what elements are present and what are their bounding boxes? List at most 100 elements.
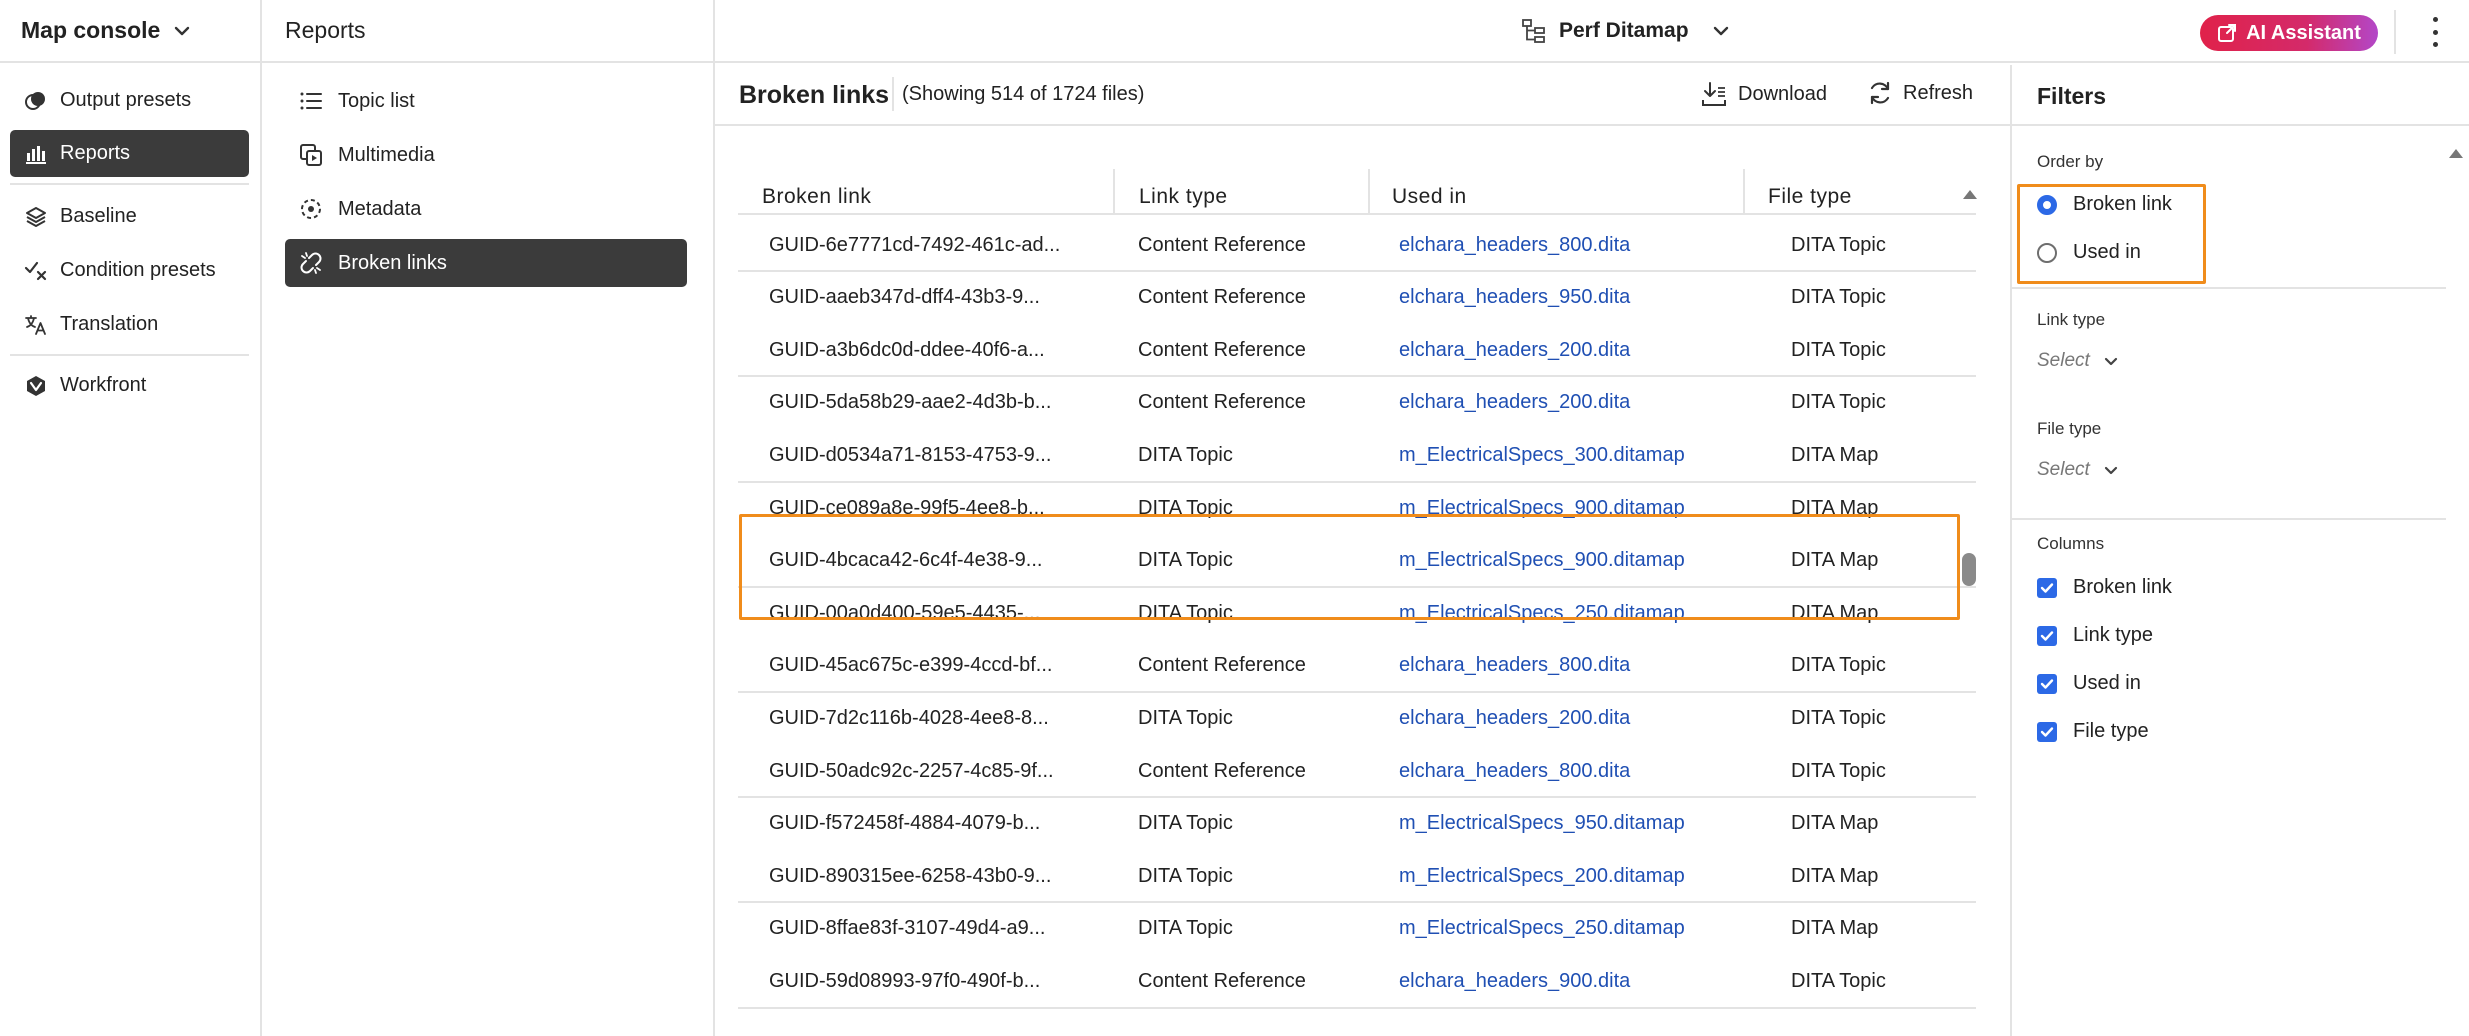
- used-in-link[interactable]: elchara_headers_200.dita: [1399, 324, 1739, 377]
- sidebar-item-label: Baseline: [60, 205, 137, 227]
- report-item-label: Multimedia: [338, 143, 435, 166]
- map-selector[interactable]: Perf Ditamap: [1521, 18, 1729, 44]
- used-in-link[interactable]: elchara_headers_900.dita: [1399, 955, 1739, 1008]
- table-row[interactable]: GUID-50adc92c-2257-4c85-9f... Content Ref…: [738, 745, 1976, 798]
- filters-header: Filters: [2012, 65, 2469, 126]
- link-type-label: Link type: [2037, 310, 2106, 329]
- report-item-multimedia[interactable]: Multimedia: [285, 131, 687, 179]
- checkbox-label: File type: [2073, 720, 2149, 742]
- download-button[interactable]: Download: [1700, 80, 1827, 108]
- file-type-cell: DITA Topic: [1791, 233, 1886, 256]
- column-toggle-used-in[interactable]: Used in: [2037, 672, 2141, 695]
- order-by-label: Order by: [2037, 152, 2104, 171]
- report-item-label: Topic list: [338, 89, 415, 112]
- report-item-broken-links[interactable]: Broken links: [285, 239, 687, 287]
- checkbox-label: Used in: [2073, 672, 2141, 694]
- table-row[interactable]: GUID-5da58b29-aae2-4d3b-b... Content Refe…: [738, 376, 1976, 429]
- table-row[interactable]: GUID-59d08993-97f0-490f-b... Content Refe…: [738, 955, 1976, 1008]
- used-in-link[interactable]: m_ElectricalSpecs_300.ditamap: [1399, 429, 1739, 482]
- column-toggle-file-type[interactable]: File type: [2037, 720, 2149, 743]
- broken-link-cell: GUID-a3b6dc0d-ddee-40f6-a...: [769, 338, 1045, 361]
- sidebar-item-workfront[interactable]: Workfront: [10, 362, 249, 409]
- checkbox-checked-icon: [2037, 625, 2057, 646]
- file-type-cell: DITA Topic: [1791, 970, 1886, 992]
- sidebar-item-label: Translation: [60, 313, 159, 335]
- top-bar: Perf Ditamap AI Assistant: [715, 0, 2469, 63]
- divider: [2012, 287, 2446, 289]
- file-type-select[interactable]: Select: [2037, 459, 2118, 481]
- scroll-up-arrow-icon[interactable]: [2448, 142, 2464, 165]
- refresh-button[interactable]: Refresh: [1867, 80, 1973, 106]
- sidebar-item-baseline[interactable]: Baseline: [10, 193, 249, 240]
- file-type-cell: DITA Topic: [1791, 286, 1886, 309]
- more-options-icon[interactable]: [2425, 17, 2445, 47]
- sidebar-item-output-presets[interactable]: Output presets: [10, 77, 249, 124]
- condition-presets-icon: [23, 258, 49, 284]
- map-console-header[interactable]: Map console: [0, 0, 260, 63]
- list-icon: [298, 88, 324, 114]
- used-in-link[interactable]: elchara_headers_800.dita: [1399, 745, 1739, 798]
- column-header-link-type[interactable]: Link type: [1139, 165, 1228, 215]
- table-row[interactable]: GUID-a3b6dc0d-ddee-40f6-a... Content Refe…: [738, 324, 1976, 377]
- used-in-link[interactable]: m_ElectricalSpecs_250.ditamap: [1399, 902, 1739, 955]
- file-type-value: Select: [2037, 459, 2090, 480]
- chevron-down-icon[interactable]: [1713, 26, 1729, 36]
- map-console-sidebar: Map console Output presets Reports Basel…: [0, 0, 262, 1036]
- chevron-down-icon[interactable]: [174, 19, 190, 42]
- table-row[interactable]: GUID-aaeb347d-dff4-43b3-9... Content Refe…: [738, 271, 1976, 324]
- column-toggle-broken-link[interactable]: Broken link: [2037, 576, 2172, 599]
- column-header-file-type[interactable]: File type: [1768, 165, 1852, 215]
- divider: [892, 77, 894, 111]
- column-toggle-link-type[interactable]: Link type: [2037, 624, 2153, 647]
- ai-assistant-button[interactable]: AI Assistant: [2200, 15, 2378, 51]
- reports-panel: Reports Topic list Multimedia Metadata B…: [262, 0, 715, 1036]
- used-in-link[interactable]: elchara_headers_200.dita: [1399, 376, 1739, 429]
- table-row[interactable]: GUID-45ac675c-e399-4ccd-bf... Content Ref…: [738, 639, 1976, 692]
- checkbox-checked-icon: [2037, 673, 2057, 694]
- column-header-broken-link[interactable]: Broken link: [762, 165, 871, 215]
- reports-icon: [23, 141, 49, 167]
- used-in-link[interactable]: elchara_headers_800.dita: [1399, 219, 1739, 272]
- broken-link-cell: GUID-890315ee-6258-43b0-9...: [769, 864, 1052, 887]
- column-header-used-in[interactable]: Used in: [1392, 165, 1467, 215]
- broken-link-cell: GUID-7d2c116b-4028-4ee8-8...: [769, 707, 1049, 729]
- link-type-cell: DITA Topic: [1138, 864, 1233, 887]
- used-in-link[interactable]: elchara_headers_950.dita: [1399, 271, 1739, 324]
- used-in-link[interactable]: m_ElectricalSpecs_200.ditamap: [1399, 850, 1739, 903]
- table-row[interactable]: GUID-7d2c116b-4028-4ee8-8... DITA Topic el…: [738, 692, 1976, 745]
- report-item-topic-list[interactable]: Topic list: [285, 77, 687, 125]
- used-in-link[interactable]: elchara_headers_800.dita: [1399, 639, 1739, 692]
- used-in-link[interactable]: m_ElectricalSpecs_950.ditamap: [1399, 797, 1739, 850]
- link-type-cell: DITA Topic: [1138, 812, 1233, 835]
- table-row[interactable]: GUID-8ffae83f-3107-49d4-a9... DITA Topic m…: [738, 902, 1976, 955]
- table-row[interactable]: GUID-6e7771cd-7492-461c-ad... Content Ref…: [738, 219, 1976, 272]
- column-divider[interactable]: [1113, 169, 1115, 215]
- file-type-cell: DITA Map: [1791, 444, 1879, 466]
- divider: [2012, 518, 2446, 520]
- result-count: (Showing 514 of 1724 files): [902, 83, 1145, 105]
- checkbox-label: Link type: [2073, 624, 2154, 646]
- sidebar-item-condition-presets[interactable]: Condition presets: [10, 247, 249, 294]
- link-type-cell: Content Reference: [1138, 759, 1306, 782]
- column-divider[interactable]: [1743, 169, 1745, 215]
- table-scrollbar-thumb[interactable]: [1962, 553, 1976, 586]
- link-type-select[interactable]: Select: [2037, 350, 2118, 372]
- file-type-cell: DITA Topic: [1791, 759, 1886, 782]
- scroll-up-arrow-icon[interactable]: [1962, 183, 1978, 206]
- link-type-cell: Content Reference: [1138, 338, 1306, 361]
- chevron-down-icon: [2104, 466, 2118, 475]
- column-divider[interactable]: [1368, 169, 1370, 215]
- workfront-icon: [23, 373, 49, 399]
- link-type-cell: Content Reference: [1138, 233, 1306, 256]
- table-row[interactable]: GUID-f572458f-4884-4079-b... DITA Topic m_…: [738, 797, 1976, 850]
- table-header: Broken link Link type Used in File type: [738, 165, 1976, 215]
- table-row[interactable]: GUID-d0534a71-8153-4753-9... DITA Topic m_…: [738, 429, 1976, 482]
- sidebar-item-translation[interactable]: Translation: [10, 301, 249, 348]
- used-in-link[interactable]: elchara_headers_200.dita: [1399, 692, 1739, 745]
- baseline-icon: [23, 204, 49, 230]
- report-item-metadata[interactable]: Metadata: [285, 185, 687, 233]
- link-type-cell: Content Reference: [1138, 654, 1306, 677]
- file-type-cell: DITA Map: [1791, 864, 1879, 887]
- table-row[interactable]: GUID-890315ee-6258-43b0-9... DITA Topic m_…: [738, 850, 1976, 903]
- sidebar-item-reports[interactable]: Reports: [10, 130, 249, 177]
